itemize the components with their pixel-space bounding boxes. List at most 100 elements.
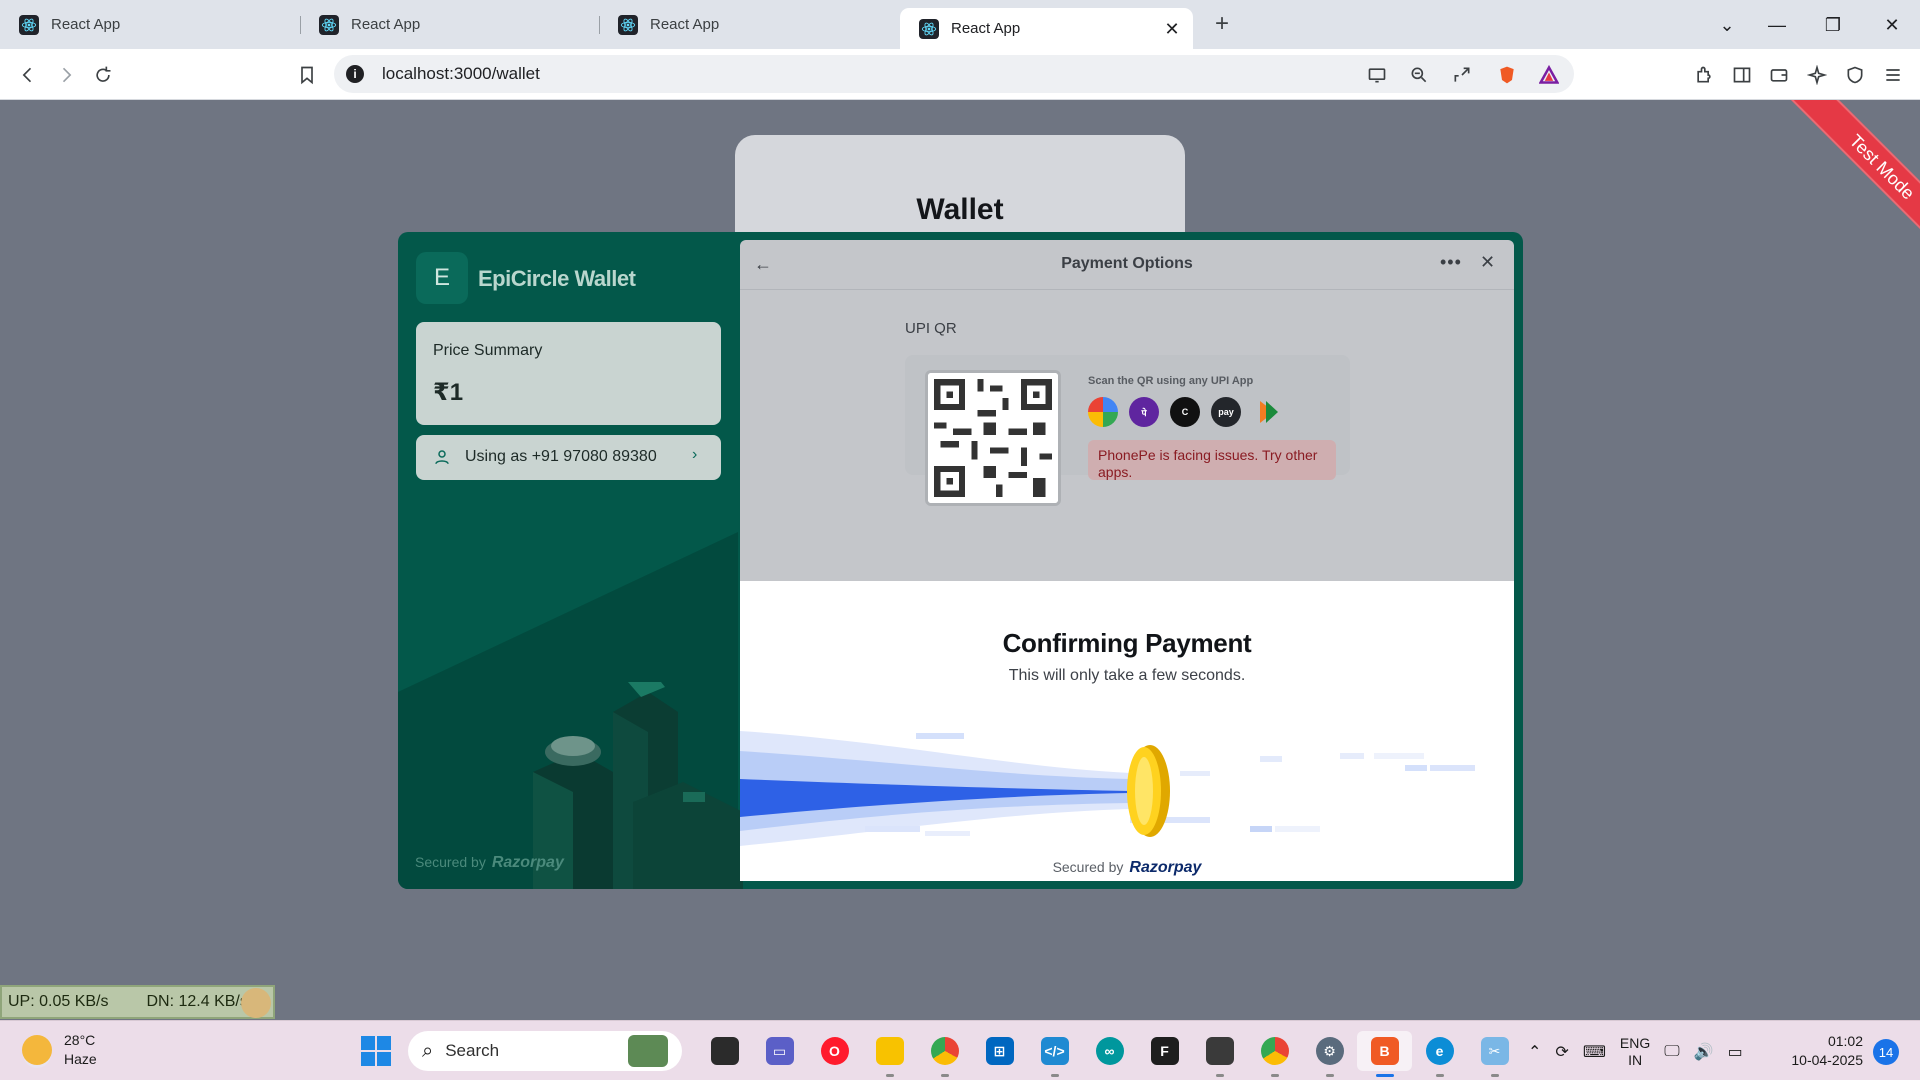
qr-caption: Scan the QR using any UPI App <box>1088 375 1254 387</box>
back-button[interactable] <box>14 61 42 89</box>
opera-icon[interactable]: O <box>807 1031 862 1071</box>
phonepe-icon: पे <box>1129 397 1159 427</box>
browser-toolbar: i localhost:3000/wallet <box>0 49 1920 100</box>
edge-icon[interactable]: e <box>1412 1031 1467 1077</box>
zoom-icon[interactable] <box>1408 64 1430 86</box>
phonepe-warning-banner: PhonePe is facing issues. Try other apps… <box>1088 440 1336 480</box>
contact-details-button[interactable]: Using as +91 97080 89380 › <box>416 435 721 480</box>
cast-icon[interactable] <box>1366 64 1388 86</box>
search-placeholder: Search <box>445 1041 500 1060</box>
network-speed-widget: UP: 0.05 KB/s DN: 12.4 KB/s <box>0 985 275 1019</box>
merchant-logo: E <box>416 252 468 304</box>
leo-ai-icon[interactable] <box>1803 61 1831 89</box>
price-summary-card: Price Summary ₹1 <box>416 322 721 425</box>
keyboard-icon[interactable]: ⌨ <box>1583 1042 1606 1062</box>
menu-icon[interactable] <box>1879 61 1907 89</box>
more-options-icon[interactable]: ••• <box>1440 252 1462 273</box>
bookmark-icon[interactable] <box>293 61 321 89</box>
secured-by-footer: Secured by Razorpay <box>415 854 564 872</box>
windows-start-icon[interactable] <box>361 1036 391 1066</box>
forward-button[interactable] <box>52 61 80 89</box>
browser-tab[interactable]: React App <box>599 0 899 49</box>
secured-by-label: Secured by <box>1052 859 1124 875</box>
browser-tab-strip: React App React App React App React App … <box>0 0 1920 49</box>
tab-title: React App <box>51 16 121 33</box>
task-view-icon[interactable] <box>697 1031 752 1071</box>
address-bar[interactable]: i localhost:3000/wallet <box>334 55 1574 93</box>
brave-browser-icon[interactable]: B <box>1357 1031 1412 1077</box>
weather-haze-icon <box>22 1035 52 1065</box>
arduino-icon[interactable]: ∞ <box>1082 1031 1137 1071</box>
weather-description: Haze <box>64 1051 97 1067</box>
weather-widget[interactable]: 28°C Haze <box>22 1031 97 1069</box>
battery-icon[interactable]: ▭ <box>1728 1042 1743 1062</box>
language-code: ENG <box>1619 1035 1651 1051</box>
test-mode-ribbon: Test Mode <box>1778 100 1920 271</box>
browser-tab-active[interactable]: React App ✕ <box>900 8 1193 49</box>
language-indicator[interactable]: ENG IN <box>1620 1035 1650 1069</box>
close-tab-icon[interactable]: ✕ <box>1161 18 1183 40</box>
page-title: Wallet <box>916 193 1004 226</box>
extensions-icon[interactable] <box>1690 61 1718 89</box>
sync-icon[interactable]: ⟳ <box>1555 1042 1568 1062</box>
volume-icon[interactable]: 🔊 <box>1694 1042 1714 1062</box>
secured-by-razorpay: Secured by Razorpay <box>740 859 1514 877</box>
file-explorer-icon[interactable] <box>862 1031 917 1077</box>
mascot-icon <box>241 988 271 1018</box>
chrome-icon[interactable] <box>917 1031 972 1077</box>
microsoft-store-icon[interactable]: ⊞ <box>972 1031 1027 1071</box>
brave-rewards-icon[interactable] <box>1538 64 1560 86</box>
taskbar-search-box[interactable]: ⌕ Search <box>408 1031 682 1071</box>
url-text[interactable]: localhost:3000/wallet <box>382 64 540 84</box>
restore-button[interactable]: ❐ <box>1818 10 1848 40</box>
razorpay-logo: Razorpay <box>1129 859 1202 876</box>
search-icon: ⌕ <box>422 1039 434 1062</box>
chevron-up-icon[interactable]: ⌃ <box>1528 1042 1541 1062</box>
confirming-payment-overlay: Confirming Payment This will only take a… <box>740 581 1514 881</box>
settings-icon[interactable]: ⚙ <box>1302 1031 1357 1077</box>
share-icon[interactable] <box>1451 64 1473 86</box>
site-info-icon[interactable]: i <box>346 65 364 83</box>
merchant-name: EpiCircle Wallet <box>478 266 636 291</box>
wallet-icon[interactable] <box>1765 61 1793 89</box>
teams-chat-icon[interactable]: ▭ <box>752 1031 807 1071</box>
coin-transfer-animation <box>740 731 1475 846</box>
minimize-button[interactable]: — <box>1762 10 1792 40</box>
chrome-profile-icon[interactable] <box>1247 1031 1302 1077</box>
razorpay-checkout-modal: E EpiCircle Wallet Price Summary ₹1 Usin… <box>398 232 1523 889</box>
tab-search-chevron-icon[interactable]: ⌄ <box>1712 10 1742 40</box>
page-viewport: Wallet Test Mode E EpiCircle Wallet Pric… <box>0 100 1920 1020</box>
sidebar-icon[interactable] <box>1728 61 1756 89</box>
search-highlight-icon <box>628 1035 668 1067</box>
system-clock[interactable]: 01:02 10-04-2025 <box>1787 1032 1863 1070</box>
brave-shields-icon[interactable] <box>1496 64 1518 86</box>
new-tab-button[interactable]: + <box>1208 10 1236 38</box>
react-icon <box>319 14 339 35</box>
upi-qr-card: Scan the QR using any UPI App पे C pay P… <box>905 355 1350 506</box>
upi-qr-label: UPI QR <box>905 320 957 337</box>
notification-badge[interactable]: 14 <box>1873 1039 1899 1065</box>
user-icon <box>435 450 449 465</box>
region-code: IN <box>1628 1052 1643 1068</box>
tab-title: React App <box>951 20 1021 37</box>
cred-icon: C <box>1170 397 1200 427</box>
browser-tab[interactable]: React App <box>300 0 599 49</box>
buildings-illustration <box>533 682 743 889</box>
react-icon <box>618 14 638 35</box>
network-icon[interactable]: 🖵 <box>1664 1043 1679 1061</box>
close-icon[interactable]: ✕ <box>1480 252 1495 273</box>
taskbar-pinned-apps: ▭ O ⊞ </> ∞ F ⚙ B e ✂ <box>697 1031 1522 1077</box>
vpn-shield-icon[interactable] <box>1841 61 1869 89</box>
clock-time: 01:02 <box>1827 1033 1863 1049</box>
vscode-icon[interactable]: </> <box>1027 1031 1082 1077</box>
bhim-icon <box>1252 397 1282 427</box>
secured-by-label: Secured by <box>415 854 486 870</box>
snipping-tool-icon[interactable]: ✂ <box>1467 1031 1522 1077</box>
reload-button[interactable] <box>89 61 117 89</box>
figma-icon[interactable]: F <box>1137 1031 1192 1071</box>
upi-app-list: पे C pay <box>1088 397 1282 427</box>
browser-tab[interactable]: React App <box>0 0 300 49</box>
app-icon[interactable] <box>1192 1031 1247 1077</box>
tab-title: React App <box>650 16 720 33</box>
close-window-button[interactable]: ✕ <box>1877 10 1907 40</box>
